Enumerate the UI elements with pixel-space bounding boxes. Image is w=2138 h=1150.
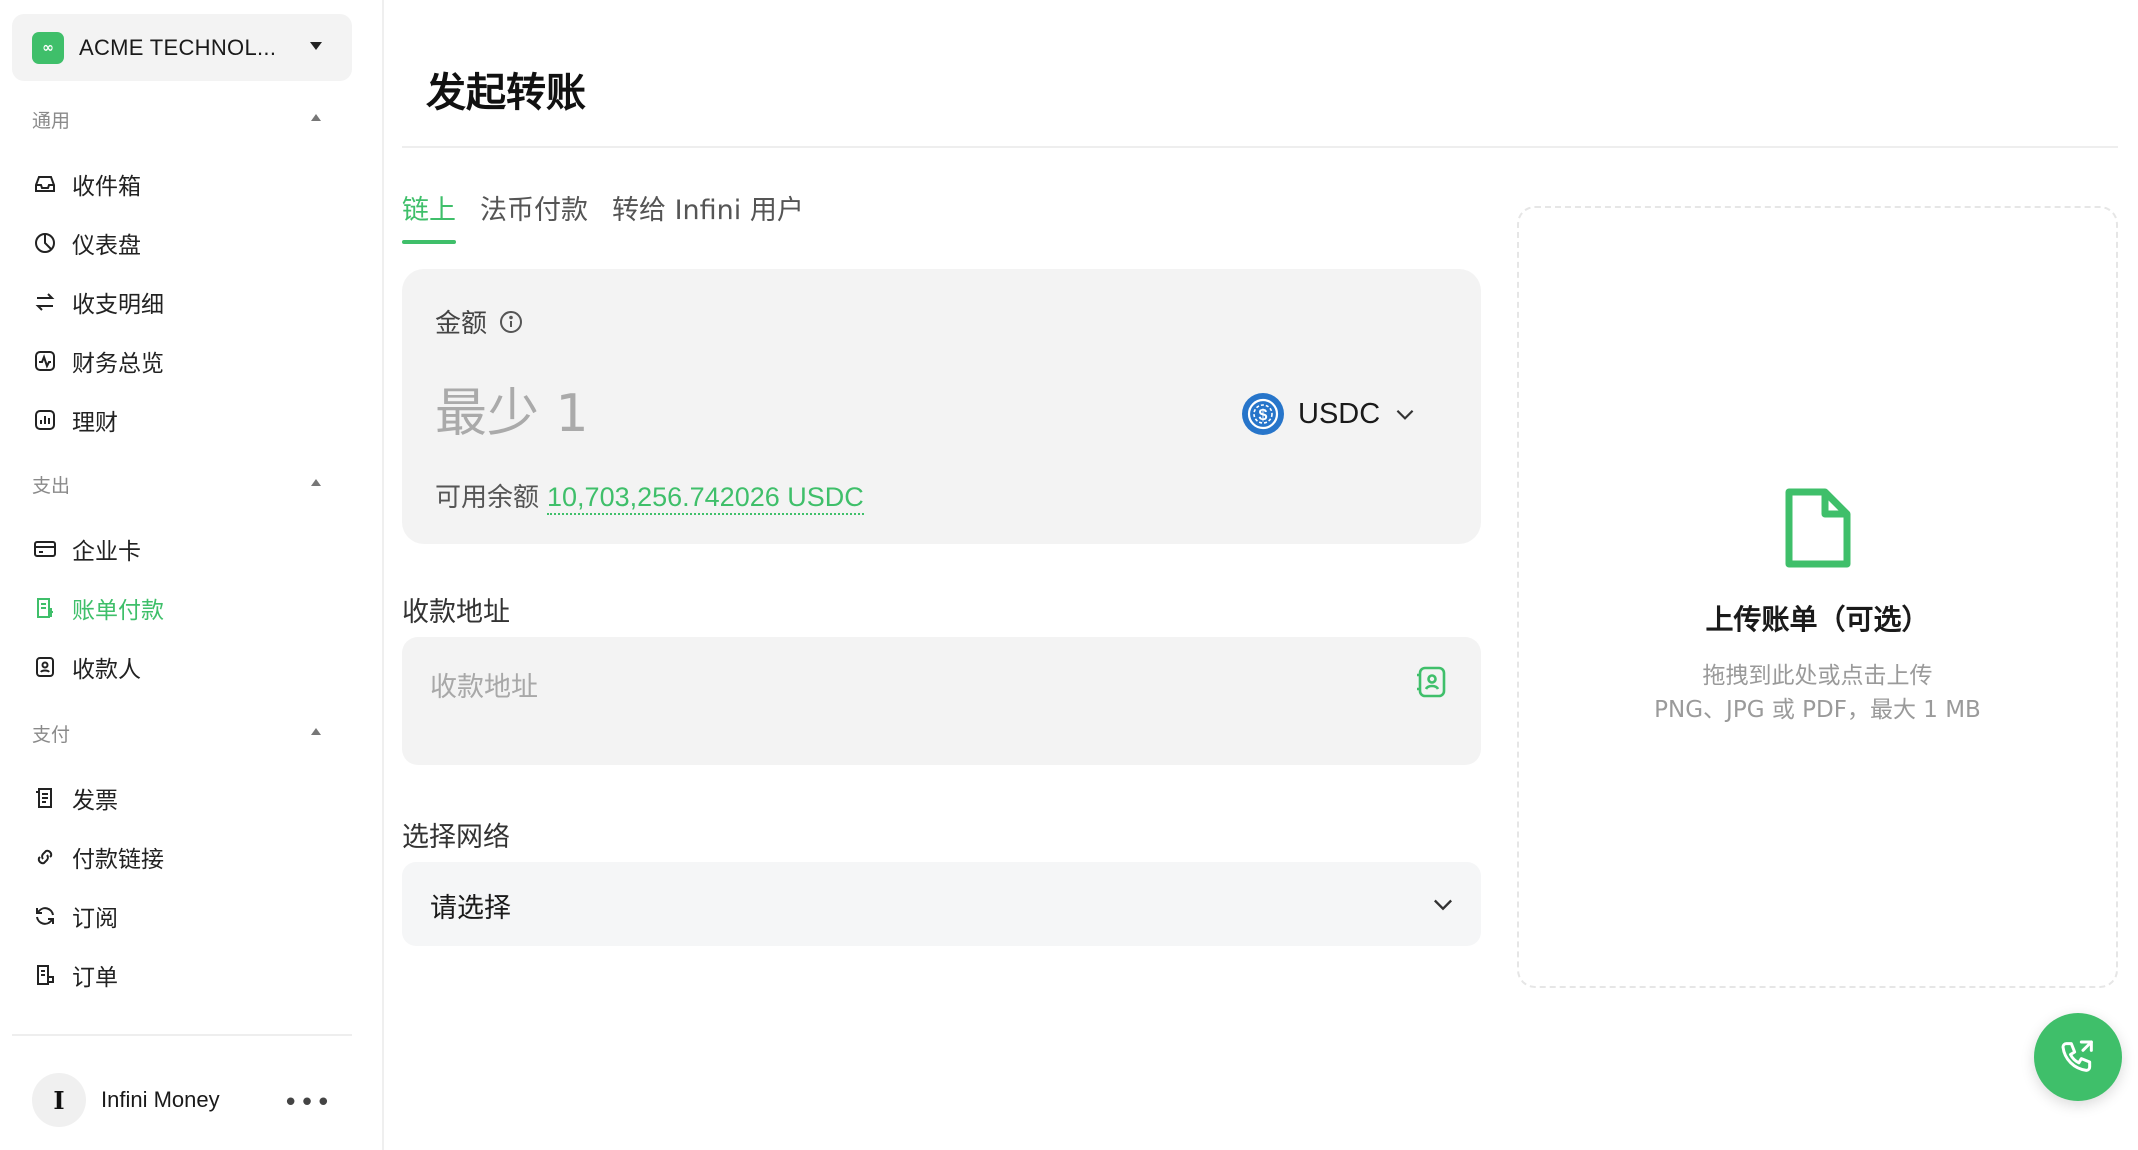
user-name: Infini Money: [101, 1087, 220, 1112]
activity-icon: [32, 348, 58, 374]
sidebar-item-label: 收款人: [72, 657, 141, 683]
transfer-tabs: 链上 法币付款 转给 Infini 用户: [402, 188, 828, 244]
tab-onchain[interactable]: 链上: [402, 188, 456, 244]
chevron-down-icon: [1434, 899, 1452, 911]
tab-fiat-payment[interactable]: 法币付款: [480, 188, 588, 244]
caret-up-icon[interactable]: [311, 479, 321, 486]
balance-value[interactable]: 10,703,256.742026 USDC: [547, 482, 864, 515]
page-title: 发起转账: [426, 70, 586, 116]
sidebar-item-finance-overview[interactable]: 财务总览: [12, 335, 352, 387]
bill-icon: [32, 595, 58, 621]
org-logo: ∞: [32, 31, 64, 64]
amount-label: 金额: [435, 303, 523, 340]
sidebar-item-wealth[interactable]: 理财: [12, 394, 352, 446]
address-book-icon[interactable]: [1413, 663, 1451, 701]
sidebar-item-label: 发票: [72, 788, 118, 814]
sidebar-item-label: 订阅: [72, 906, 118, 932]
sidebar-item-label: 理财: [72, 410, 118, 436]
sidebar-item-transactions[interactable]: 收支明细: [12, 276, 352, 328]
sidebar: ∞ ACME TECHNOL... 通用 收件箱 仪表盘 收支明细 财务总览 理…: [0, 0, 384, 1150]
network-select[interactable]: 请选择: [402, 862, 1481, 946]
sidebar-item-payment-link[interactable]: 付款链接: [12, 831, 352, 883]
address-label: 收款地址: [402, 597, 510, 628]
pie-chart-icon: [32, 230, 58, 256]
order-icon: [32, 962, 58, 988]
section-title-expense: 支出: [32, 475, 71, 497]
amount-input[interactable]: [435, 379, 1135, 449]
sidebar-item-payees[interactable]: 收款人: [12, 641, 352, 693]
available-balance: 可用余额 10,703,256.742026 USDC: [435, 477, 864, 515]
sidebar-item-label: 账单付款: [72, 598, 164, 624]
upload-title: 上传账单（可选）: [1705, 603, 1930, 636]
sidebar-item-label: 收支明细: [72, 292, 164, 318]
address-field: [402, 637, 1481, 765]
upload-dropzone[interactable]: 上传账单（可选） 拖拽到此处或点击上传 PNG、JPG 或 PDF，最大 1 M…: [1517, 206, 2118, 988]
divider: [12, 1034, 352, 1036]
sidebar-item-subscription[interactable]: 订阅: [12, 890, 352, 942]
caret-down-icon: [310, 42, 322, 50]
tab-infini-user[interactable]: 转给 Infini 用户: [612, 188, 804, 244]
caret-up-icon[interactable]: [311, 728, 321, 735]
currency-label: USDC: [1298, 397, 1381, 430]
phone-call-icon: [2061, 1040, 2093, 1072]
usdc-icon: $: [1242, 393, 1284, 435]
chevron-down-icon: [1396, 409, 1414, 420]
arrows-swap-icon: [32, 289, 58, 315]
sidebar-item-invoice[interactable]: 发票: [12, 772, 352, 824]
network-select-value: 请选择: [430, 893, 511, 924]
divider: [402, 146, 2118, 148]
sidebar-item-label: 收件箱: [72, 174, 141, 200]
sidebar-item-label: 企业卡: [72, 539, 141, 565]
sidebar-item-corporate-card[interactable]: 企业卡: [12, 523, 352, 575]
sidebar-item-label: 财务总览: [72, 351, 164, 377]
sidebar-item-order[interactable]: 订单: [12, 949, 352, 1001]
bar-chart-icon: [32, 407, 58, 433]
sidebar-item-label: 订单: [72, 965, 118, 991]
support-call-button[interactable]: [2034, 1013, 2122, 1101]
balance-label: 可用余额: [435, 483, 540, 513]
upload-hint-line2: PNG、JPG 或 PDF，最大 1 MB: [1654, 697, 1981, 723]
section-title-payment: 支付: [32, 724, 71, 746]
sidebar-item-bill-payment[interactable]: 账单付款: [12, 582, 352, 634]
avatar: I: [32, 1073, 86, 1127]
amount-card: 金额 $ USDC 可用余额 10,703,256.742026 USDC: [402, 269, 1481, 544]
invoice-icon: [32, 785, 58, 811]
info-icon[interactable]: [499, 310, 523, 334]
sidebar-item-dashboard[interactable]: 仪表盘: [12, 217, 352, 269]
sidebar-item-label: 仪表盘: [72, 233, 141, 259]
org-name: ACME TECHNOL...: [79, 34, 277, 60]
more-icon[interactable]: •••: [283, 1088, 332, 1118]
section-title-general: 通用: [32, 110, 71, 132]
address-input[interactable]: [430, 665, 1380, 709]
network-label: 选择网络: [402, 822, 510, 853]
caret-up-icon[interactable]: [311, 114, 321, 121]
credit-card-icon: [32, 536, 58, 562]
currency-select[interactable]: $ USDC: [1242, 393, 1418, 435]
contact-book-icon: [32, 654, 58, 680]
org-switcher[interactable]: ∞ ACME TECHNOL...: [12, 14, 352, 81]
svg-text:$: $: [1259, 407, 1268, 424]
sidebar-item-label: 付款链接: [72, 847, 164, 873]
amount-label-text: 金额: [435, 309, 488, 339]
inbox-icon: [32, 171, 58, 197]
sidebar-item-inbox[interactable]: 收件箱: [12, 158, 352, 210]
file-icon: [1785, 488, 1851, 568]
link-icon: [32, 844, 58, 870]
upload-hint-line1: 拖拽到此处或点击上传: [1702, 663, 1933, 689]
user-profile[interactable]: I Infini Money •••: [32, 1072, 342, 1128]
refresh-icon: [32, 903, 58, 929]
